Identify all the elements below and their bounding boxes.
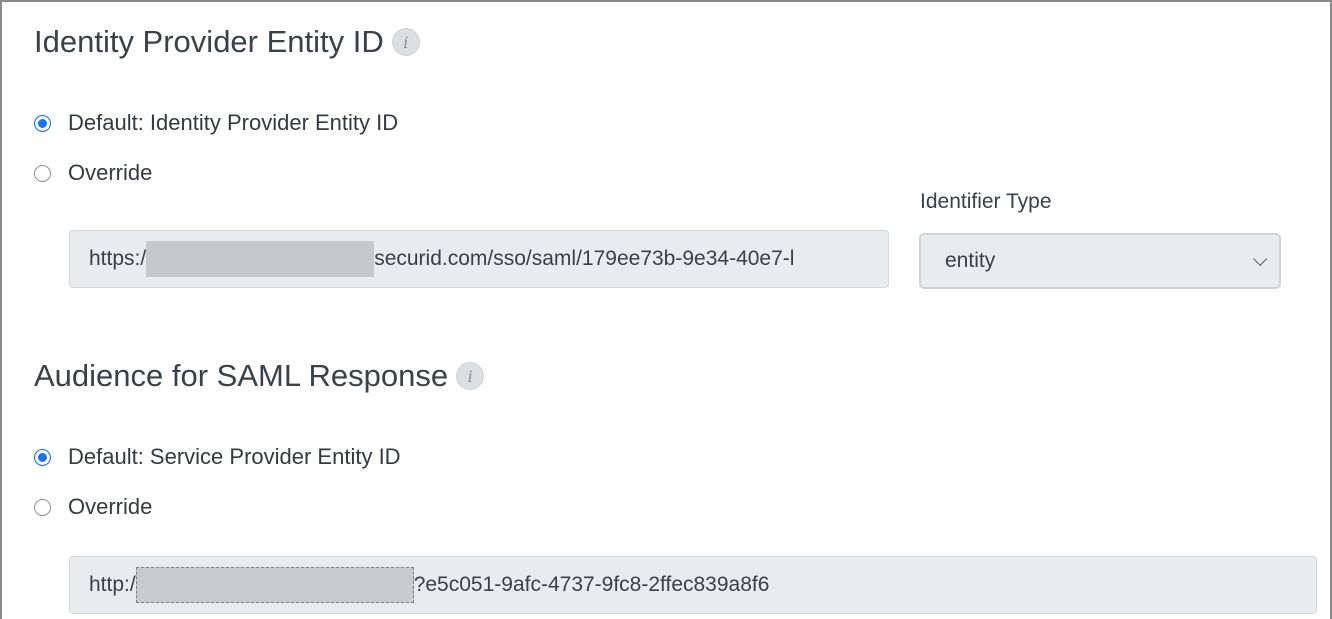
radio-audience-default-label: Default: Service Provider Entity ID <box>68 444 401 469</box>
radio-idp-override[interactable] <box>34 164 51 182</box>
radio-audience-override[interactable] <box>34 498 51 516</box>
idp-entity-id-field[interactable]: https:/ securid.com/sso/saml/179ee73b-9e… <box>69 230 889 288</box>
idp-entity-url-prefix: https:/ <box>89 247 147 270</box>
idp-entity-id-heading: Identity Provider Entity ID i <box>34 24 420 60</box>
idp-entity-url-suffix: securid.com/sso/saml/179ee73b-9e34-40e7-… <box>374 247 795 270</box>
radio-idp-override-label: Override <box>68 160 153 185</box>
info-icon[interactable]: i <box>391 28 420 56</box>
chevron-down-icon <box>1253 251 1268 266</box>
radio-audience-override-row[interactable]: Override <box>34 494 152 520</box>
radio-audience-default[interactable] <box>34 448 51 466</box>
audience-url-suffix: ?e5c051-9afc-4737-9fc8-2ffec839a8f6 <box>413 573 770 596</box>
audience-title: Audience for SAML Response <box>34 358 449 393</box>
info-icon[interactable]: i <box>456 362 485 390</box>
audience-url-prefix: http:/ <box>89 573 136 596</box>
radio-audience-default-row[interactable]: Default: Service Provider Entity ID <box>34 444 401 470</box>
identifier-type-select[interactable]: entity <box>919 233 1281 289</box>
identifier-type-label: Identifier Type <box>920 190 1052 213</box>
audience-heading: Audience for SAML Response i <box>34 358 485 394</box>
identifier-type-value: entity <box>945 249 996 272</box>
radio-idp-default-row[interactable]: Default: Identity Provider Entity ID <box>34 110 398 136</box>
radio-idp-override-row[interactable]: Override <box>34 160 152 186</box>
radio-audience-override-label: Override <box>68 494 153 519</box>
saml-settings-panel: Identity Provider Entity ID i Default: I… <box>0 0 1332 619</box>
audience-field[interactable]: http:/ ?e5c051-9afc-4737-9fc8-2ffec839a8… <box>69 556 1317 614</box>
radio-idp-default[interactable] <box>34 114 51 132</box>
redacted-block <box>135 567 414 603</box>
idp-entity-id-title: Identity Provider Entity ID <box>34 24 384 59</box>
radio-idp-default-label: Default: Identity Provider Entity ID <box>68 110 399 135</box>
redacted-block <box>146 241 375 277</box>
